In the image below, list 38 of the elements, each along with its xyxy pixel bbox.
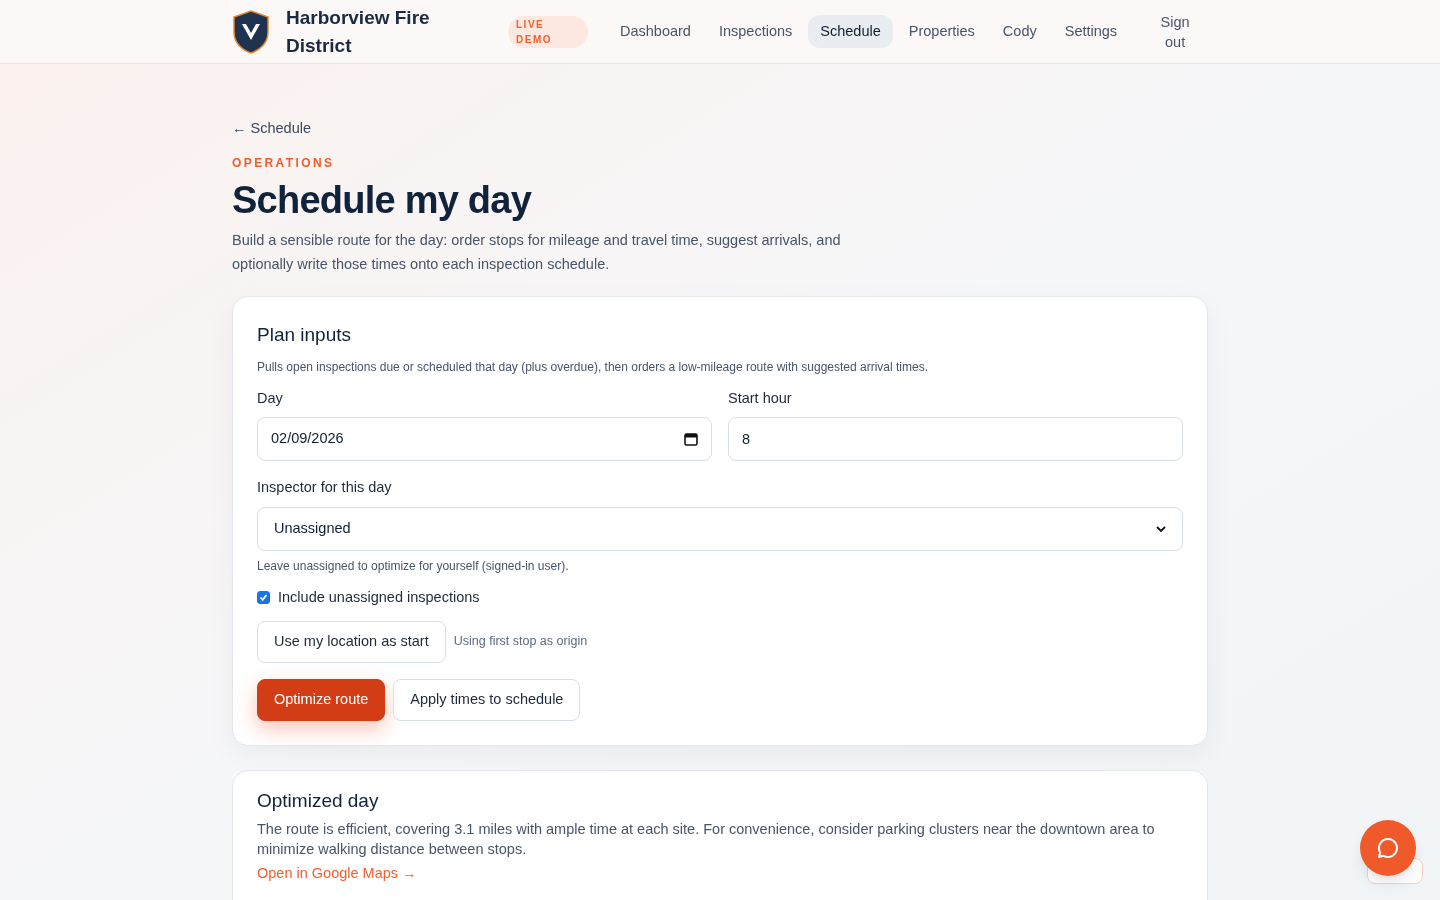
nav-link[interactable]: Inspections — [706, 14, 805, 49]
chat-bubble-icon — [1376, 836, 1400, 860]
nav-link[interactable]: Dashboard — [608, 14, 703, 49]
nav-link[interactable]: Settings — [1052, 14, 1130, 49]
card-title: Plan inputs — [257, 323, 352, 347]
origin-note: Using first stop as origin — [453, 633, 588, 651]
date-value: 02/09/2026 — [271, 429, 344, 449]
nav-link[interactable]: Sign out — [1145, 5, 1206, 58]
checkbox[interactable] — [257, 591, 270, 605]
field-hint: Leave unassigned to optimize for yourself (signed-in user). — [257, 558, 570, 575]
optimize-route-button[interactable]: Optimize route — [257, 678, 386, 721]
page-title: Schedule my day — [232, 178, 533, 223]
back-link[interactable]: ← Schedule — [232, 120, 311, 136]
use-location-button[interactable]: Use my location as start — [257, 620, 446, 663]
nav-link[interactable]: Cody — [990, 14, 1049, 49]
route-summary: The route is efficient, covering 3.1 miles with ample time at each site. For convenience, consider parking clusters near the downtown area to minimize walking distance between stops. — [257, 820, 1156, 860]
select-value: Unassigned — [274, 519, 351, 539]
apply-times-button[interactable]: Apply times to schedule — [393, 678, 581, 721]
field-label: Day — [257, 388, 284, 408]
field-label: Inspector for this day — [257, 478, 393, 498]
brand-name: Harborview Fire District — [286, 5, 431, 58]
field-label: Start hour — [728, 388, 793, 408]
page-intro: Build a sensible route for the day: order stops for mileage and travel time, suggest arrivals, and optionally write those times onto each inspection schedule. — [232, 231, 842, 274]
live-demo-badge: LIVE DEMO — [508, 15, 588, 48]
date-field[interactable]: 02/09/2026 — [257, 417, 712, 462]
inspector-select[interactable]: Unassigned — [257, 507, 1183, 551]
chat-button[interactable] — [1360, 820, 1416, 876]
nav-link[interactable]: Schedule — [808, 14, 893, 49]
section-eyebrow: OPERATIONS — [232, 155, 336, 172]
nav-link[interactable]: Properties — [896, 14, 987, 49]
shield-logo-icon — [232, 9, 270, 54]
start-hour-field[interactable]: 8 — [728, 417, 1183, 462]
calendar-icon[interactable] — [684, 432, 698, 447]
checkmark-icon — [259, 593, 268, 603]
checkbox-label: Include unassigned inspections — [278, 588, 480, 607]
chevron-down-icon — [1156, 525, 1166, 533]
card-description: Pulls open inspections due or scheduled that day (plus overdue), then orders a low-mileage route with suggested arrival times. — [257, 358, 930, 376]
card-title: Optimized day — [257, 788, 380, 813]
